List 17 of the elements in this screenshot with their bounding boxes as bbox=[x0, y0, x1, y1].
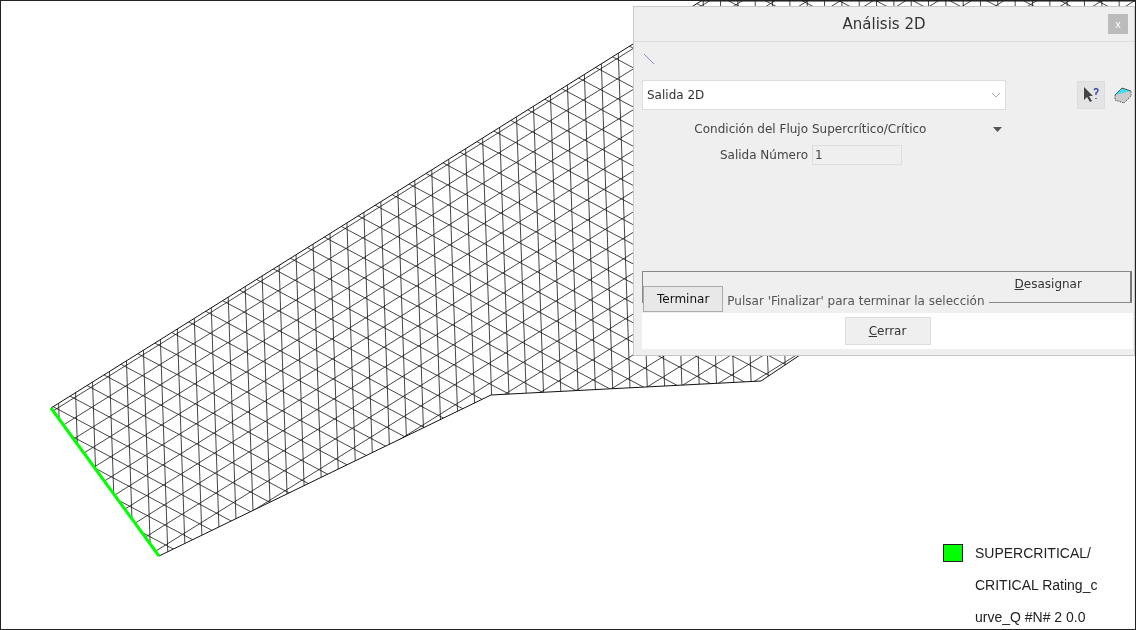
caret-down-icon bbox=[993, 126, 1002, 132]
unassign-button[interactable]: Desasignar bbox=[1008, 276, 1088, 292]
output-dropdown[interactable]: Salida 2D bbox=[642, 80, 1006, 110]
legend-text: urve_Q #N# 2 0.0 bbox=[975, 608, 1087, 627]
finish-button[interactable]: Terminar bbox=[643, 286, 724, 312]
legend-text: SUPERCRITICAL/ bbox=[975, 544, 1092, 563]
line-icon[interactable] bbox=[642, 52, 656, 66]
chevron-down-icon bbox=[991, 92, 1001, 98]
field-label: Condición del Flujo bbox=[693, 122, 808, 136]
legend-text: CRITICAL Rating_c bbox=[975, 576, 1098, 595]
field-label: Salida Número bbox=[718, 148, 808, 162]
close-dialog-button[interactable]: Cerrar bbox=[844, 317, 931, 345]
number-field[interactable]: 1 bbox=[812, 145, 902, 165]
cursor-help-icon[interactable] bbox=[1077, 81, 1105, 109]
layer-icon[interactable] bbox=[1113, 85, 1133, 105]
flow-condition-dropdown[interactable]: Supercrítico/Crítico bbox=[812, 122, 1002, 136]
dialog-title: Análisis 2D bbox=[842, 15, 926, 33]
